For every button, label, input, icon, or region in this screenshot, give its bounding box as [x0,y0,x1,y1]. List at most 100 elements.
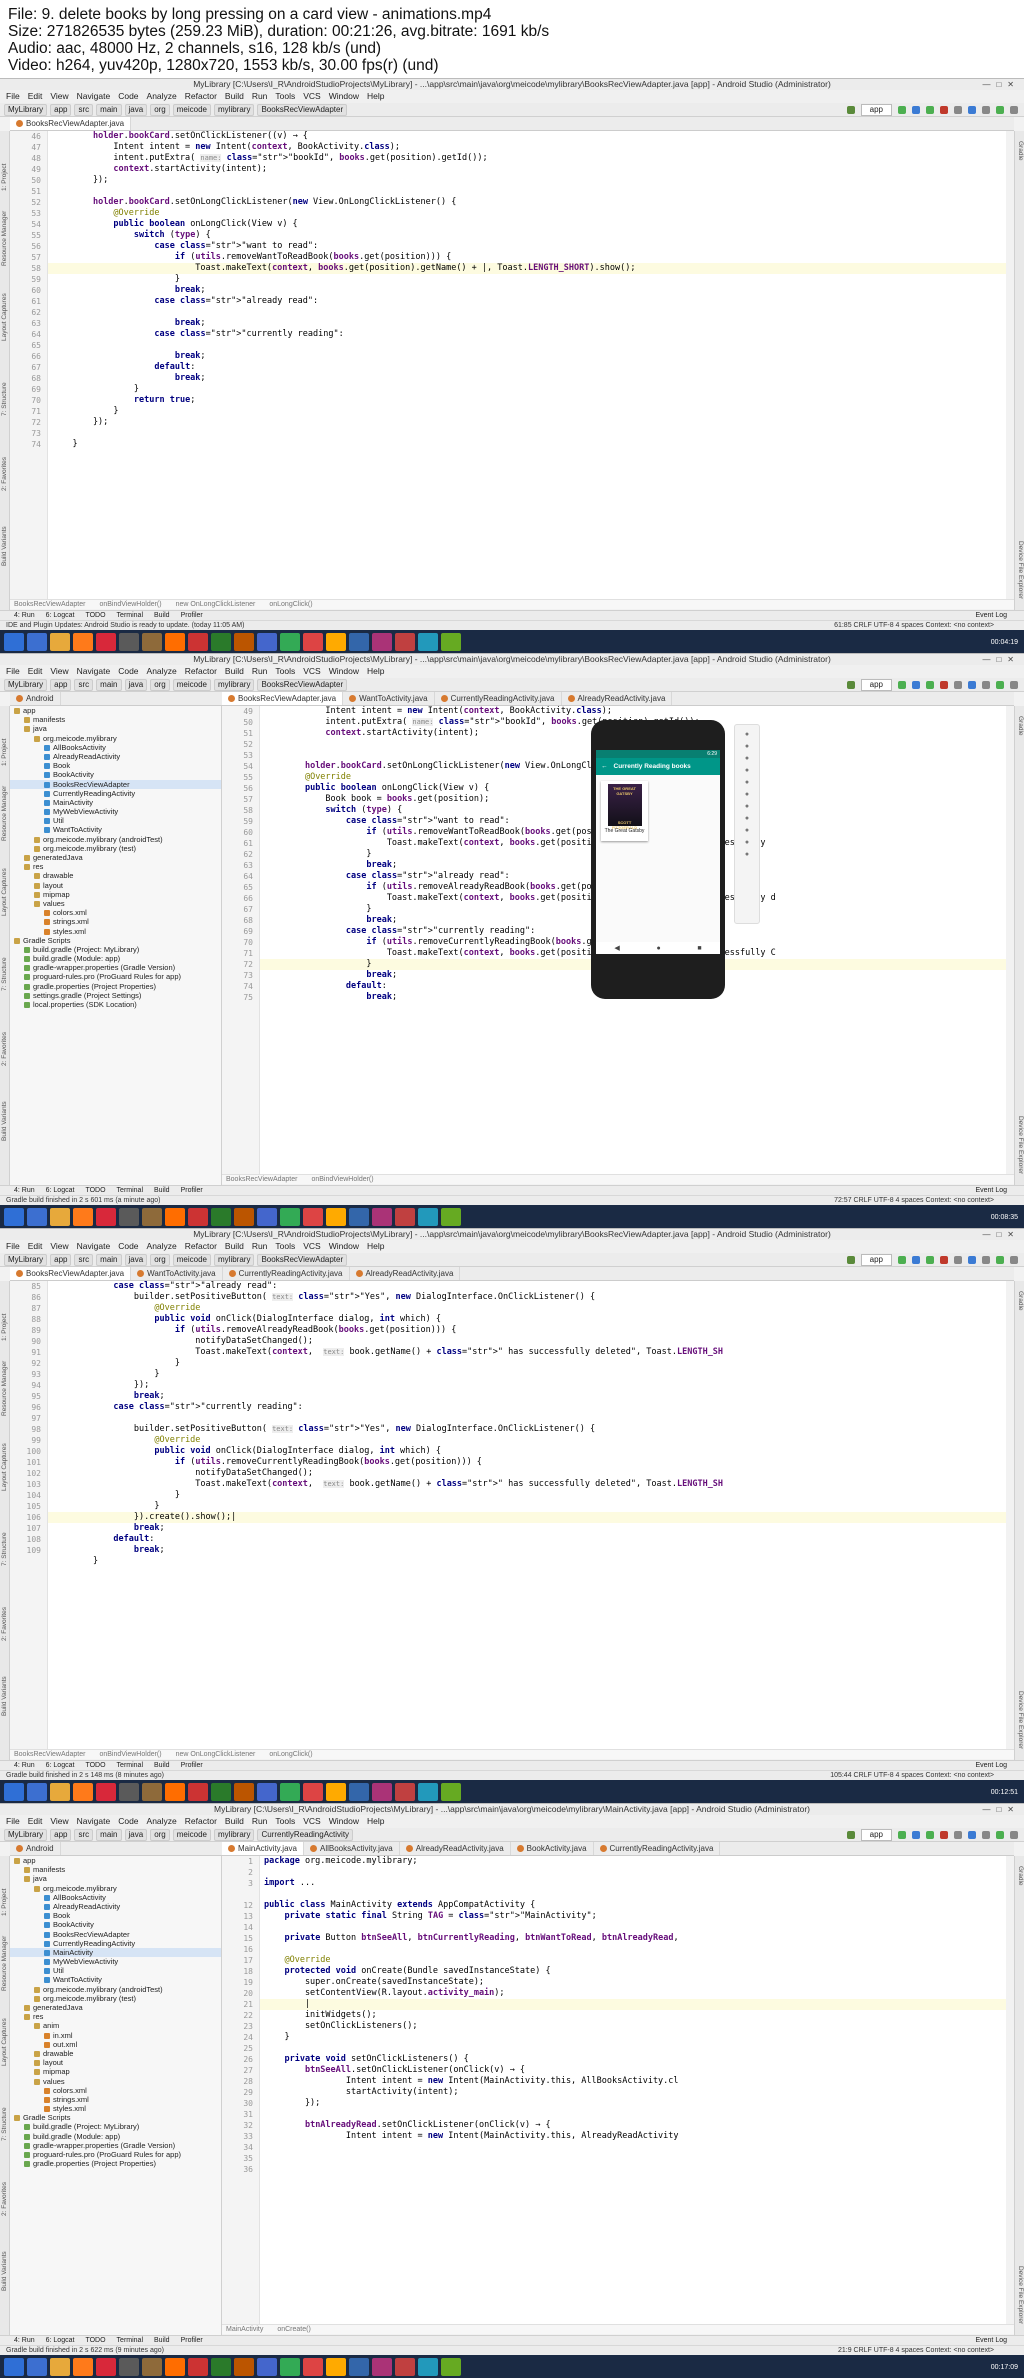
menu-item-code[interactable]: Code [118,1816,138,1826]
left-strip-tab[interactable]: Layout Captures [1,868,8,916]
editor-tab[interactable]: WantToActivity.java [343,692,435,705]
tool-window-button[interactable]: Profiler [181,1187,203,1194]
editor-crumb[interactable]: onCreate() [277,2326,310,2333]
tree-item[interactable]: CurrentlyReadingActivity [10,789,221,798]
taskbar-app-icon[interactable] [349,2358,369,2376]
tree-item[interactable]: layout [10,881,221,890]
tool-window-button[interactable]: Profiler [181,2337,203,2344]
toolbar-icon[interactable] [982,1831,990,1839]
toolbar-icon[interactable] [898,1256,906,1264]
toolbar-icon[interactable] [954,1256,962,1264]
left-strip-tab[interactable]: 1: Project [1,1314,8,1341]
toolbar-icon[interactable] [982,681,990,689]
left-strip-tab[interactable]: 7: Structure [1,2107,8,2141]
nav-crumb[interactable]: MyLibrary [4,679,48,691]
toolbar-icon[interactable] [968,1831,976,1839]
nav-crumb[interactable]: app [50,104,72,116]
toolbar-icon[interactable] [968,1256,976,1264]
tree-item[interactable]: org.meicode.mylibrary [10,1884,221,1893]
tree-item[interactable]: values [10,2077,221,2086]
editor-tab[interactable]: BookActivity.java [511,1842,594,1855]
taskbar-app-icon[interactable] [96,633,116,651]
left-strip-tab[interactable]: 1: Project [1,1889,8,1916]
toolbar-icon[interactable] [954,1831,962,1839]
editor-crumb[interactable]: BooksRecViewAdapter [226,1176,297,1183]
code-editor[interactable]: package org.meicode.mylibrary; import ...… [260,1856,1006,2324]
menu-item-tools[interactable]: Tools [275,666,295,676]
menu-item-analyze[interactable]: Analyze [147,91,177,101]
tree-item[interactable]: AllBooksActivity [10,743,221,752]
tool-window-button[interactable]: TODO [85,612,105,619]
menu-item-window[interactable]: Window [329,1816,359,1826]
taskbar-app-icon[interactable] [50,1783,70,1801]
taskbar-app-icon[interactable] [280,1783,300,1801]
menu-item-vcs[interactable]: VCS [303,1241,320,1251]
tree-item[interactable]: in.xml [10,2031,221,2040]
editor-tab[interactable]: BooksRecViewAdapter.java [10,1267,132,1280]
code-editor[interactable]: case class="str">"already read": builder… [48,1281,1006,1749]
right-strip-tab[interactable]: Gradle [1017,716,1024,736]
nav-crumb[interactable]: main [96,1829,122,1841]
left-strip-tab[interactable]: Build Variants [1,2251,8,2291]
tree-item[interactable]: strings.xml [10,917,221,926]
menu-item-refactor[interactable]: Refactor [185,666,217,676]
menu-item-vcs[interactable]: VCS [303,91,320,101]
tree-item[interactable]: drawable [10,2049,221,2058]
taskbar-app-icon[interactable] [372,633,392,651]
toolbar-icon[interactable] [996,1831,1004,1839]
start-button-icon[interactable] [4,633,24,651]
tree-item[interactable]: build.gradle (Project: MyLibrary) [10,2122,221,2131]
taskbar-app-icon[interactable] [211,633,231,651]
right-strip-tab[interactable]: Gradle [1017,141,1024,161]
taskbar-app-icon[interactable] [50,1208,70,1226]
tree-item[interactable]: org.meicode.mylibrary (test) [10,844,221,853]
left-strip-tab[interactable]: Resource Manager [1,1936,8,1991]
taskbar-app-icon[interactable] [188,633,208,651]
tool-window-button[interactable]: Terminal [117,1187,143,1194]
tree-item[interactable]: Util [10,816,221,825]
left-strip-tab[interactable]: 2: Favorites [1,1032,8,1066]
window-controls[interactable]: —□✕ [982,1804,1020,1815]
tree-item[interactable]: BooksRecViewAdapter [10,1930,221,1939]
left-strip-tab[interactable]: 2: Favorites [1,2182,8,2216]
tool-window-button[interactable]: Terminal [117,1762,143,1769]
build-icon[interactable] [846,681,855,689]
menu-item-run[interactable]: Run [252,666,268,676]
taskbar-app-icon[interactable] [326,1208,346,1226]
camera-icon[interactable]: ● [745,791,749,798]
menu-item-file[interactable]: File [6,91,20,101]
taskbar-app-icon[interactable] [257,2358,277,2376]
menu-item-navigate[interactable]: Navigate [77,1241,111,1251]
editor-tab[interactable]: BooksRecViewAdapter.java [222,692,344,705]
nav-crumb[interactable]: main [96,679,122,691]
nav-crumb[interactable]: java [124,679,148,691]
window-controls[interactable]: —□✕ [982,79,1020,90]
project-view-select[interactable]: Android [10,1842,61,1855]
toolbar-icon[interactable] [940,1256,948,1264]
taskbar-app-icon[interactable] [418,1208,438,1226]
nav-crumb[interactable]: org [150,679,170,691]
editor-tab[interactable]: BooksRecViewAdapter.java [10,117,132,130]
taskbar-app-icon[interactable] [188,2358,208,2376]
taskbar-app-icon[interactable] [119,2358,139,2376]
editor-tab[interactable]: CurrentlyReadingActivity.java [594,1842,721,1855]
nav-crumb[interactable]: java [124,1829,148,1841]
tree-item[interactable]: mipmap [10,2067,221,2076]
toolbar-icon[interactable] [898,1831,906,1839]
back-icon[interactable]: ● [745,815,749,822]
tree-item[interactable]: BookActivity [10,770,221,779]
toolbar-icon[interactable] [912,1831,920,1839]
left-strip-tab[interactable]: 7: Structure [1,1532,8,1566]
tree-item[interactable]: BooksRecViewAdapter [10,779,221,789]
menu-item-analyze[interactable]: Analyze [147,1241,177,1251]
taskbar-app-icon[interactable] [395,1208,415,1226]
tree-item[interactable]: styles.xml [10,927,221,936]
toolbar-icon[interactable] [1010,106,1018,114]
menu-item-edit[interactable]: Edit [28,1816,43,1826]
toolbar-icon[interactable] [940,1831,948,1839]
tree-item[interactable]: app [10,1856,221,1865]
taskbar-app-icon[interactable] [326,633,346,651]
rotate-right-icon[interactable]: ● [745,779,749,786]
more-icon[interactable]: ● [745,851,749,858]
start-button-icon[interactable] [4,1208,24,1226]
